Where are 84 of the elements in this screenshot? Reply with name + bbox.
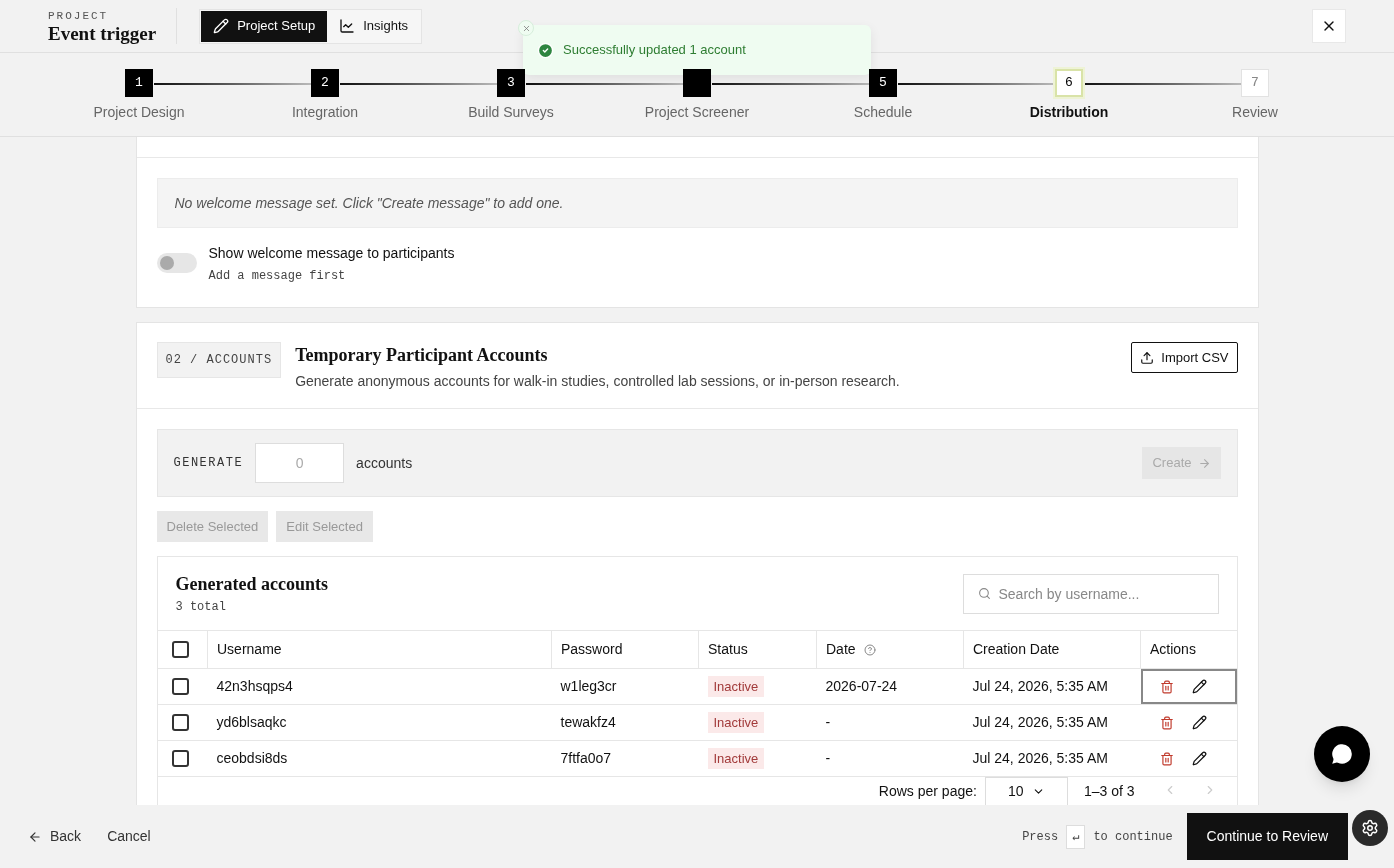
row-checkbox[interactable]	[171, 750, 189, 767]
close-button[interactable]	[1312, 9, 1346, 43]
back-button[interactable]: Back	[28, 826, 82, 847]
row-checkbox[interactable]	[171, 678, 189, 695]
toggle-hint: Add a message first	[208, 268, 347, 285]
step-number[interactable]: 7	[1241, 69, 1269, 97]
page-range: 1–3 of 3	[1083, 782, 1135, 801]
status-badge: Inactive	[707, 712, 765, 733]
check-icon	[537, 41, 554, 59]
step-label: Distribution	[1029, 103, 1109, 122]
step-label: Integration	[291, 103, 359, 122]
trash-icon[interactable]	[1159, 715, 1174, 730]
column-header: Creation Date	[973, 640, 1060, 659]
search-icon	[977, 586, 991, 600]
enter-key: ↵	[1066, 824, 1086, 849]
settings-icon	[1361, 819, 1379, 837]
step-number[interactable]: 5	[869, 69, 897, 97]
header-tab[interactable]: Project Setup	[201, 10, 328, 42]
step-number[interactable]: 6	[1055, 69, 1083, 97]
username-cell: yd6blsaqkc	[216, 714, 287, 730]
username-cell: 42n3hsqps4	[216, 678, 293, 694]
arrow-right-icon	[1197, 456, 1211, 470]
project-title: Event trigger	[48, 24, 157, 45]
column-header: Date	[826, 640, 856, 659]
password-cell: 7ftfa0o7	[560, 750, 612, 766]
creation-date-cell: Jul 24, 2026, 5:35 AM	[972, 750, 1108, 766]
cancel-button[interactable]: Cancel	[107, 826, 151, 847]
empty-message: No welcome message set. Click "Create message" to add one.	[156, 178, 1238, 228]
help-icon	[863, 643, 876, 656]
status-badge: Inactive	[707, 676, 765, 697]
step-number[interactable]: 1	[125, 69, 153, 97]
toggle-label: Show welcome message to participants	[208, 244, 455, 263]
edit-icon[interactable]	[1191, 751, 1207, 766]
password-cell: w1leg3cr	[560, 678, 617, 694]
date-cell: -	[825, 714, 831, 730]
section-title: Temporary Participant Accounts	[295, 344, 549, 367]
column-header: Actions	[1150, 640, 1196, 659]
continue-button[interactable]: Continue to Review	[1186, 813, 1348, 860]
section-tag: 02 / ACCOUNTS	[156, 342, 282, 378]
step-label: Build Surveys	[468, 103, 554, 122]
column-header: Username	[217, 640, 282, 659]
count-input[interactable]: 0	[255, 443, 345, 483]
trash-icon[interactable]	[1159, 751, 1174, 766]
password-cell: tewakfz4	[560, 714, 616, 730]
step-number[interactable]: 2	[311, 69, 339, 97]
status-badge: Inactive	[707, 748, 765, 769]
step-label: Review	[1232, 103, 1278, 122]
step-number[interactable]: 3	[497, 69, 525, 97]
close-icon	[521, 23, 531, 33]
step-label: Schedule	[853, 103, 913, 122]
select-all-checkbox[interactable]	[171, 641, 189, 658]
creation-date-cell: Jul 24, 2026, 5:35 AM	[972, 714, 1108, 730]
row-checkbox[interactable]	[171, 714, 189, 731]
step-label: Project Design	[93, 103, 185, 122]
rows-per-page-label: Rows per page:	[878, 782, 977, 801]
edit-icon[interactable]	[1191, 715, 1207, 730]
trash-icon[interactable]	[1159, 679, 1174, 694]
toast-close-button[interactable]	[518, 20, 534, 36]
line-chart-icon	[339, 18, 356, 34]
section-description: Generate anonymous accounts for walk-in studies, controlled lab sessions, or in-person research.	[295, 372, 900, 391]
generate-label: GENERATE	[173, 455, 244, 472]
chat-button[interactable]	[1314, 726, 1370, 782]
date-cell: -	[825, 750, 831, 766]
hint-text: Press	[1022, 828, 1059, 846]
chat-bubble-icon	[1329, 741, 1355, 767]
table-count: 3 total	[175, 599, 227, 616]
edit-icon[interactable]	[1191, 679, 1207, 694]
toast-message: Successfully updated 1 account	[563, 41, 746, 60]
header-tab[interactable]: Insights	[327, 10, 420, 42]
username-cell: ceobdsi8ds	[216, 750, 288, 766]
step-label: Project Screener	[644, 103, 750, 122]
toggle-switch[interactable]	[156, 253, 197, 273]
import-csv-button[interactable]: Import CSV	[1131, 342, 1238, 373]
hint-text: to continue	[1093, 828, 1173, 846]
upload-icon	[1140, 350, 1155, 365]
search-field[interactable]: Search by username...	[962, 573, 1219, 614]
eyebrow-label: PROJECT	[48, 8, 110, 24]
pencil-icon	[213, 18, 230, 34]
creation-date-cell: Jul 24, 2026, 5:35 AM	[972, 678, 1108, 694]
table-title: Generated accounts	[175, 573, 328, 596]
date-cell: 2026-07-24	[825, 678, 898, 694]
unit-label: accounts	[356, 453, 413, 473]
column-header: Status	[708, 640, 748, 659]
column-header: Password	[561, 640, 623, 659]
